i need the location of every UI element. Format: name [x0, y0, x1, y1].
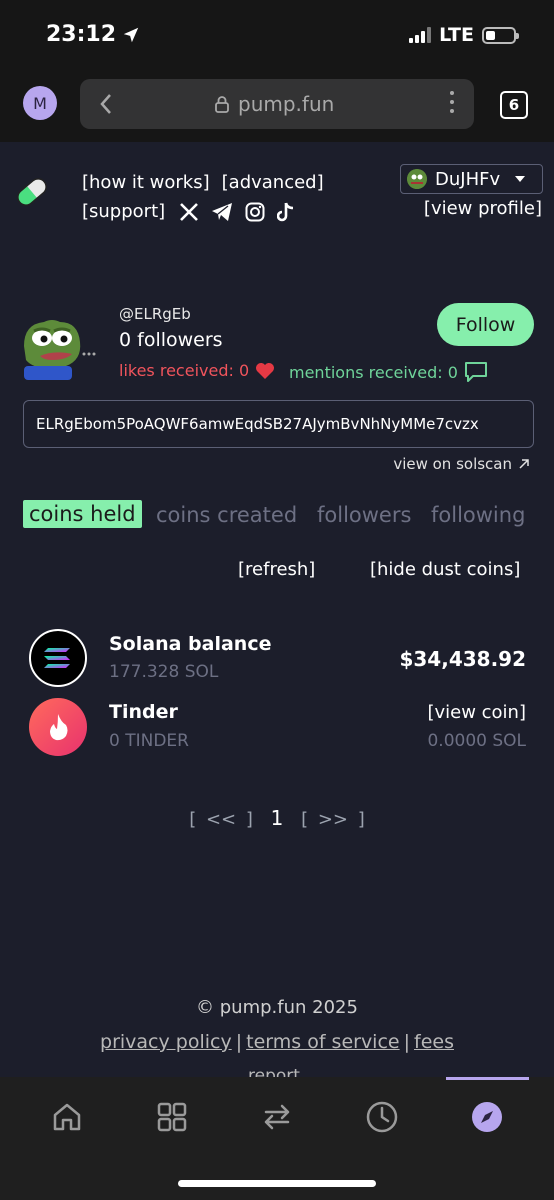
comment-icon [464, 362, 487, 382]
view-coin-link[interactable]: [view coin] [427, 702, 526, 723]
back-arrow-icon[interactable] [96, 89, 116, 119]
active-tab-indicator [446, 1077, 529, 1080]
coin-amount: 0 TINDER [109, 731, 189, 751]
location-arrow-icon [123, 27, 139, 42]
caret-down-icon [515, 176, 526, 182]
home-indicator [178, 1180, 376, 1187]
browser-chrome: 23:12 LTE M pump.fun 6 [0, 0, 554, 142]
url-bar[interactable]: pump.fun [80, 79, 474, 129]
browser-profile-avatar[interactable]: M [23, 86, 57, 120]
pagination: [ << ] 1 [ >> ] [0, 806, 554, 830]
mentions-received: mentions received: 0 [289, 361, 488, 383]
status-indicators: LTE [409, 24, 519, 46]
profile-avatar [24, 320, 96, 380]
footer-links: privacy policy | terms of service | fees [100, 1031, 454, 1053]
network-label: LTE [439, 24, 474, 46]
clock-icon[interactable] [362, 1097, 402, 1137]
how-it-works-link[interactable]: [how it works] [82, 168, 210, 197]
follow-button[interactable]: Follow [437, 303, 534, 346]
status-time: 23:12 [46, 22, 140, 47]
pump-pill-logo[interactable] [12, 172, 52, 212]
profile-dropdown[interactable]: DuJHFv [400, 164, 543, 194]
tab-followers[interactable]: followers [317, 503, 411, 527]
support-link[interactable]: [support] [82, 197, 165, 226]
current-page: 1 [270, 806, 284, 830]
coin-sol-value: 0.0000 SOL [427, 731, 526, 751]
coin-value: $34,438.92 [399, 647, 526, 671]
header-links: [how it works] [advanced] [support] [82, 168, 324, 226]
signal-icon [409, 27, 432, 43]
coin-name[interactable]: Tinder [109, 701, 178, 723]
profile-handle: @ELRgEb [119, 305, 191, 323]
refresh-button[interactable]: [refresh] [238, 559, 315, 580]
x-icon[interactable] [179, 202, 199, 222]
advanced-link[interactable]: [advanced] [222, 168, 324, 197]
home-icon[interactable] [47, 1097, 87, 1137]
fees-link[interactable]: fees [414, 1031, 454, 1053]
tinder-icon[interactable] [29, 698, 87, 756]
coin-name: Solana balance [109, 633, 272, 655]
heart-icon [256, 362, 275, 379]
tab-coins-created[interactable]: coins created [156, 503, 297, 527]
followers-count: 0 followers [119, 329, 223, 351]
tab-following[interactable]: following [431, 503, 525, 527]
social-links [179, 202, 295, 222]
tiktok-icon[interactable] [277, 202, 295, 222]
more-menu-icon[interactable] [450, 91, 454, 113]
instagram-icon[interactable] [245, 202, 265, 222]
profile-username: DuJHFv [435, 168, 501, 190]
swap-icon[interactable] [257, 1097, 297, 1137]
tabs-count-button[interactable]: 6 [500, 91, 528, 119]
view-on-solscan-link[interactable]: view on solscan [393, 455, 530, 473]
view-profile-link[interactable]: [view profile] [424, 198, 542, 219]
grid-icon[interactable] [152, 1097, 192, 1137]
user-avatar [407, 169, 427, 189]
external-link-icon [519, 459, 529, 469]
compass-icon[interactable] [467, 1097, 507, 1137]
coin-amount: 177.328 SOL [109, 662, 219, 682]
copyright: © pump.fun 2025 [196, 997, 358, 1018]
lock-icon [215, 96, 229, 113]
terms-of-service-link[interactable]: terms of service [246, 1031, 399, 1053]
privacy-policy-link[interactable]: privacy policy [100, 1031, 232, 1053]
tab-coins-held[interactable]: coins held [23, 500, 142, 528]
url-text: pump.fun [238, 92, 335, 116]
battery-icon [482, 26, 519, 44]
solana-icon [29, 629, 87, 687]
likes-received: likes received: 0 [119, 361, 275, 380]
prev-page-button[interactable]: [ << ] [189, 809, 253, 830]
wallet-address[interactable]: ELRgEbom5PoAQWF6amwEqdSB27AJymBvNhNyMMe7… [23, 400, 534, 448]
hide-dust-coins-button[interactable]: [hide dust coins] [370, 559, 520, 580]
next-page-button[interactable]: [ >> ] [301, 809, 365, 830]
telegram-icon[interactable] [211, 202, 233, 222]
